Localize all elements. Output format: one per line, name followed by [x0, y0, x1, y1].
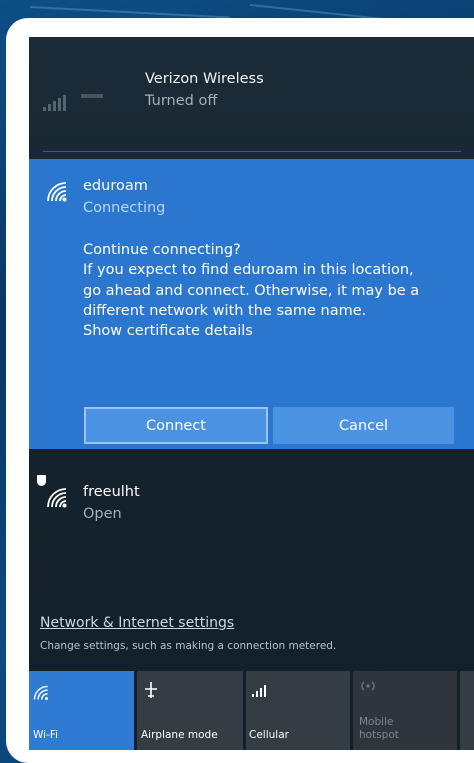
- wifi-icon: [33, 685, 48, 700]
- wifi-icon: [47, 182, 67, 202]
- cellular-toggle[interactable]: Cellular: [246, 671, 350, 750]
- tile-label-line: Mobile: [359, 716, 394, 728]
- network-name: freeulht: [83, 484, 140, 500]
- cellular-signal-icon: [252, 685, 266, 697]
- network-settings-link[interactable]: Network & Internet settings: [40, 615, 234, 631]
- wifi-icon: [47, 488, 67, 508]
- network-item-eduroam[interactable]: eduroam Connecting Continue connecting? …: [29, 159, 474, 449]
- wifi-toggle[interactable]: Wi-Fi: [29, 671, 134, 750]
- tile-label: Cellular: [249, 729, 289, 741]
- settings-description: Change settings, such as making a connec…: [40, 640, 337, 652]
- airplane-mode-toggle[interactable]: Airplane mode: [137, 671, 243, 750]
- network-name: eduroam: [83, 178, 148, 194]
- network-status: Turned off: [145, 93, 218, 109]
- cellular-signal-icon: [43, 95, 69, 111]
- connection-message: Continue connecting? If you expect to fi…: [83, 240, 463, 341]
- network-item-freeulht[interactable]: freeulht Open: [29, 467, 474, 527]
- message-line: go ahead and connect. Otherwise, it may …: [83, 282, 420, 299]
- divider: [43, 151, 461, 152]
- quick-actions: Wi-Fi Airplane mode Cellular Mobile hots…: [29, 671, 474, 750]
- show-certificate-link[interactable]: Show certificate details: [83, 321, 463, 341]
- background-decoration: [29, 6, 230, 19]
- message-line: different network with the same name.: [83, 302, 367, 319]
- more-tile[interactable]: [460, 671, 474, 750]
- airplane-icon: [145, 682, 157, 698]
- cancel-button[interactable]: Cancel: [273, 407, 454, 444]
- tile-label: Mobile hotspot: [359, 716, 399, 742]
- shield-icon: [37, 475, 46, 486]
- tile-label-line: hotspot: [359, 729, 399, 741]
- message-line: If you expect to find eduroam in this lo…: [83, 262, 414, 279]
- mobile-hotspot-toggle[interactable]: Mobile hotspot: [353, 671, 457, 750]
- network-status: Open: [83, 506, 122, 522]
- carrier-logo: [81, 94, 103, 98]
- tile-label: Airplane mode: [141, 729, 218, 741]
- tile-label: Wi-Fi: [33, 729, 59, 741]
- message-line: Continue connecting?: [83, 242, 241, 258]
- network-item-verizon[interactable]: Verizon Wireless Turned off: [29, 37, 474, 152]
- network-flyout: Verizon Wireless Turned off eduroam Conn…: [29, 37, 474, 750]
- hotspot-icon: [361, 681, 375, 691]
- connect-button[interactable]: Connect: [84, 407, 268, 444]
- network-name: Verizon Wireless: [145, 71, 264, 87]
- network-status: Connecting: [83, 200, 166, 216]
